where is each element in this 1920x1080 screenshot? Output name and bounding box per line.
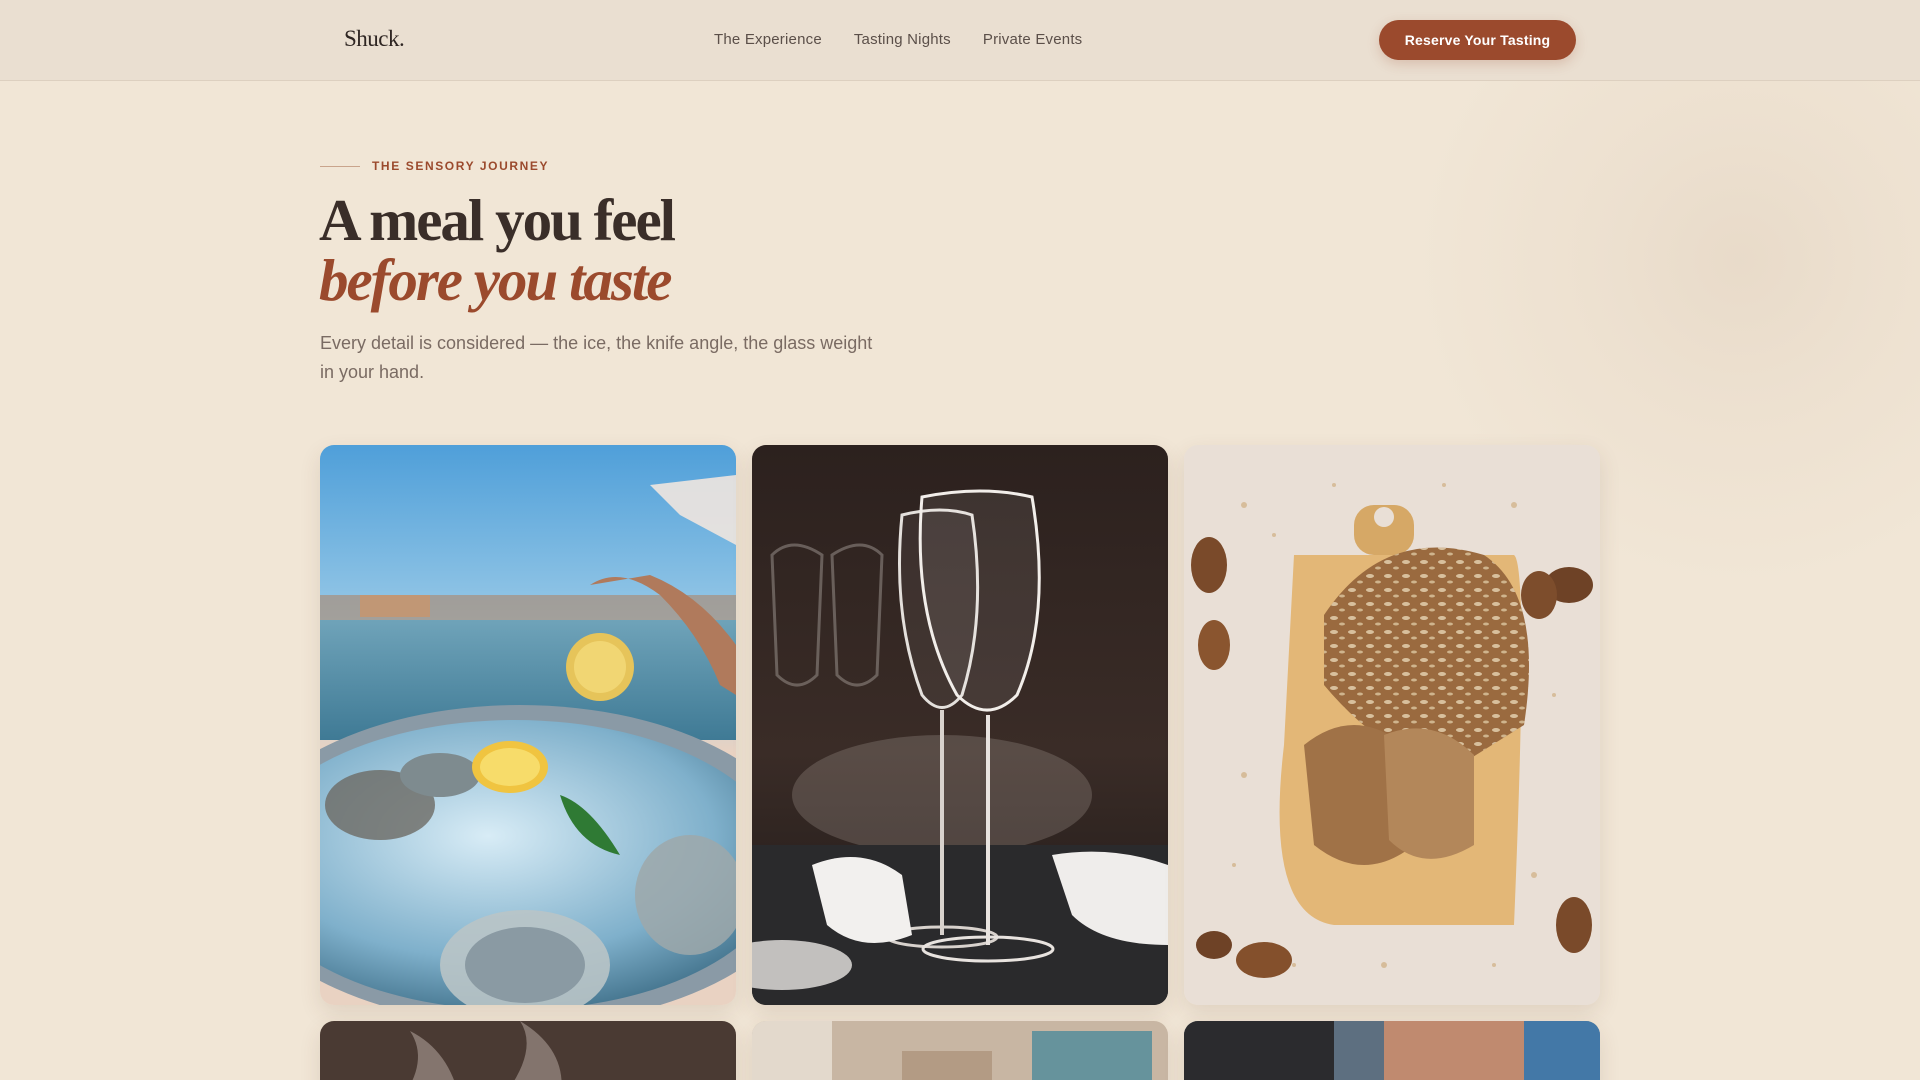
nav-link-private-events[interactable]: Private Events xyxy=(983,31,1083,48)
table-setting-photo xyxy=(752,1021,1168,1080)
gallery-card-bread[interactable] xyxy=(1184,445,1600,1005)
nav-link-experience[interactable]: The Experience xyxy=(714,31,822,48)
wine-glasses-photo xyxy=(752,445,1168,1005)
oysters-lemon-photo xyxy=(320,445,736,1005)
eyebrow-text: THE SENSORY JOURNEY xyxy=(372,159,550,173)
gallery-card-chef[interactable] xyxy=(1184,1021,1600,1080)
brand-logo[interactable]: Shuck. xyxy=(344,26,405,52)
brand-dot: . xyxy=(399,26,405,51)
gallery-card-table[interactable] xyxy=(752,1021,1168,1080)
hero-title-line1: A meal you feel xyxy=(319,187,676,253)
hero-lede: Every detail is considered — the ice, th… xyxy=(320,333,873,382)
eyebrow-rule xyxy=(320,165,360,167)
top-nav: Shuck. The Experience Tasting Nights Pri… xyxy=(0,0,1920,81)
hero-title-line2: before you taste xyxy=(319,247,672,313)
seeded-bread-photo xyxy=(1184,445,1600,1005)
gallery-card-wine-glasses[interactable] xyxy=(752,445,1168,1005)
reserve-tasting-button[interactable]: Reserve Your Tasting xyxy=(1379,20,1576,60)
steam-photo xyxy=(320,1021,736,1080)
gallery-card-steam[interactable] xyxy=(320,1021,736,1080)
eyebrow: THE SENSORY JOURNEY xyxy=(320,159,549,173)
nav-links: The Experience Tasting Nights Private Ev… xyxy=(714,31,1082,48)
nav-link-tasting-nights[interactable]: Tasting Nights xyxy=(854,31,951,48)
gallery-card-oysters[interactable] xyxy=(320,445,736,1005)
chef-photo xyxy=(1184,1021,1600,1080)
brand-name: Shuck xyxy=(344,26,400,51)
